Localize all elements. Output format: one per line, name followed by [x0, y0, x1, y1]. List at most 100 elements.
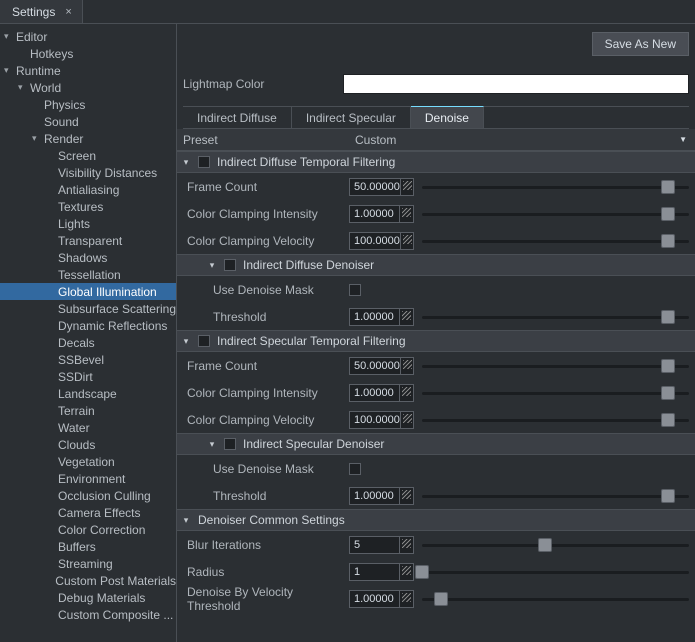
section-header[interactable]: ▾Indirect Diffuse Temporal Filtering	[177, 151, 695, 173]
property-slider[interactable]	[422, 384, 689, 402]
sidebar-item[interactable]: Physics	[0, 96, 176, 113]
sidebar-item[interactable]: ▾Runtime	[0, 62, 176, 79]
property-value-input[interactable]: 1.00000	[349, 308, 414, 326]
property-checkbox[interactable]	[349, 284, 361, 296]
tree-arrow-icon[interactable]: ▾	[18, 82, 28, 93]
property-value-input[interactable]: 1.00000	[349, 590, 414, 608]
sidebar-item[interactable]: Sound	[0, 113, 176, 130]
property-value-input[interactable]: 1	[349, 563, 414, 581]
drag-handle-icon[interactable]	[400, 412, 413, 428]
sidebar-item[interactable]: Camera Effects	[0, 504, 176, 521]
property-value-input[interactable]: 1.00000	[349, 487, 414, 505]
sidebar-item[interactable]: Clouds	[0, 436, 176, 453]
sidebar-item[interactable]: Textures	[0, 198, 176, 215]
sidebar-item[interactable]: Custom Post Materials	[0, 572, 176, 589]
property-value-input[interactable]: 50.00000	[349, 178, 414, 196]
property-slider[interactable]	[422, 357, 689, 375]
sidebar-item[interactable]: Shadows	[0, 249, 176, 266]
preset-dropdown[interactable]: Custom ▼	[349, 133, 689, 147]
sidebar-item[interactable]: Visibility Distances	[0, 164, 176, 181]
sidebar-item[interactable]: Buffers	[0, 538, 176, 555]
sidebar-item[interactable]: SSDirt	[0, 368, 176, 385]
sidebar-item[interactable]: Lights	[0, 215, 176, 232]
sidebar-item[interactable]: ▾World	[0, 79, 176, 96]
property-slider[interactable]	[422, 205, 689, 223]
property-value-input[interactable]: 1.00000	[349, 384, 414, 402]
sidebar-item[interactable]: Vegetation	[0, 453, 176, 470]
expand-icon[interactable]: ▾	[207, 439, 217, 450]
section-header[interactable]: ▾Denoiser Common Settings	[177, 509, 695, 531]
drag-handle-icon[interactable]	[400, 358, 413, 374]
sidebar-item[interactable]: Color Correction	[0, 521, 176, 538]
section-header[interactable]: ▾Indirect Diffuse Denoiser	[177, 254, 695, 276]
drag-handle-icon[interactable]	[399, 537, 413, 553]
tree-arrow-icon[interactable]: ▾	[4, 31, 14, 42]
sidebar-item[interactable]: Decals	[0, 334, 176, 351]
tab[interactable]: Indirect Specular	[292, 107, 411, 128]
lightmap-color-swatch[interactable]	[343, 74, 689, 94]
expand-icon[interactable]: ▾	[181, 515, 191, 526]
sidebar-item[interactable]: Environment	[0, 470, 176, 487]
sidebar-item[interactable]: Terrain	[0, 402, 176, 419]
sidebar-item[interactable]: ▾Render	[0, 130, 176, 147]
drag-handle-icon[interactable]	[399, 385, 413, 401]
tree-arrow-icon[interactable]: ▾	[32, 133, 42, 144]
drag-handle-icon[interactable]	[400, 233, 413, 249]
sidebar-item[interactable]: Hotkeys	[0, 45, 176, 62]
property-value-input[interactable]: 1.00000	[349, 205, 414, 223]
property-slider[interactable]	[422, 536, 689, 554]
expand-icon[interactable]: ▾	[181, 336, 191, 347]
sidebar-item[interactable]: ▾Editor	[0, 28, 176, 45]
sidebar-item[interactable]: Debug Materials	[0, 589, 176, 606]
sidebar-item[interactable]: Landscape	[0, 385, 176, 402]
tab[interactable]: Denoise	[411, 106, 484, 128]
expand-icon[interactable]: ▾	[207, 260, 217, 271]
drag-handle-icon[interactable]	[399, 564, 413, 580]
sidebar-item[interactable]: Screen	[0, 147, 176, 164]
window-tab[interactable]: Settings ×	[0, 0, 83, 23]
drag-handle-icon[interactable]	[400, 179, 413, 195]
property-checkbox[interactable]	[349, 463, 361, 475]
section-toggle-checkbox[interactable]	[198, 156, 210, 168]
sidebar-item[interactable]: Occlusion Culling	[0, 487, 176, 504]
sidebar-item[interactable]: Global Illumination	[0, 283, 176, 300]
sidebar-item[interactable]: Custom Composite ...	[0, 606, 176, 623]
tree-arrow-icon[interactable]: ▾	[4, 65, 14, 76]
tab[interactable]: Indirect Diffuse	[183, 107, 292, 128]
section-toggle-checkbox[interactable]	[224, 438, 236, 450]
property-value-input[interactable]: 100.0000	[349, 411, 414, 429]
save-as-new-button[interactable]: Save As New	[592, 32, 689, 56]
property-row: Frame Count50.00000	[183, 352, 689, 379]
sidebar-item[interactable]: Antialiasing	[0, 181, 176, 198]
property-slider[interactable]	[422, 178, 689, 196]
property-value-input[interactable]: 50.00000	[349, 357, 414, 375]
section-toggle-checkbox[interactable]	[224, 259, 236, 271]
sidebar-item[interactable]: SSBevel	[0, 351, 176, 368]
property-slider[interactable]	[422, 308, 689, 326]
sidebar-item-label: Environment	[58, 472, 125, 486]
property-slider[interactable]	[422, 590, 689, 608]
property-value-input[interactable]: 100.0000	[349, 232, 414, 250]
property-slider[interactable]	[422, 487, 689, 505]
sidebar-item[interactable]: Water	[0, 419, 176, 436]
sidebar-item[interactable]: Tessellation	[0, 266, 176, 283]
sidebar-item[interactable]: Transparent	[0, 232, 176, 249]
drag-handle-icon[interactable]	[399, 591, 413, 607]
property-slider[interactable]	[422, 411, 689, 429]
sidebar-item-label: Dynamic Reflections	[58, 319, 167, 333]
section-header[interactable]: ▾Indirect Specular Temporal Filtering	[177, 330, 695, 352]
property-slider[interactable]	[422, 563, 689, 581]
sidebar-item[interactable]: Dynamic Reflections	[0, 317, 176, 334]
close-icon[interactable]: ×	[65, 6, 71, 18]
drag-handle-icon[interactable]	[399, 309, 413, 325]
section-header[interactable]: ▾Indirect Specular Denoiser	[177, 433, 695, 455]
property-value-input[interactable]: 5	[349, 536, 414, 554]
expand-icon[interactable]: ▾	[181, 157, 191, 168]
property-slider[interactable]	[422, 232, 689, 250]
drag-handle-icon[interactable]	[399, 488, 413, 504]
tabs: Indirect DiffuseIndirect SpecularDenoise	[183, 106, 689, 129]
sidebar-item[interactable]: Streaming	[0, 555, 176, 572]
drag-handle-icon[interactable]	[399, 206, 413, 222]
section-toggle-checkbox[interactable]	[198, 335, 210, 347]
sidebar-item[interactable]: Subsurface Scattering	[0, 300, 176, 317]
